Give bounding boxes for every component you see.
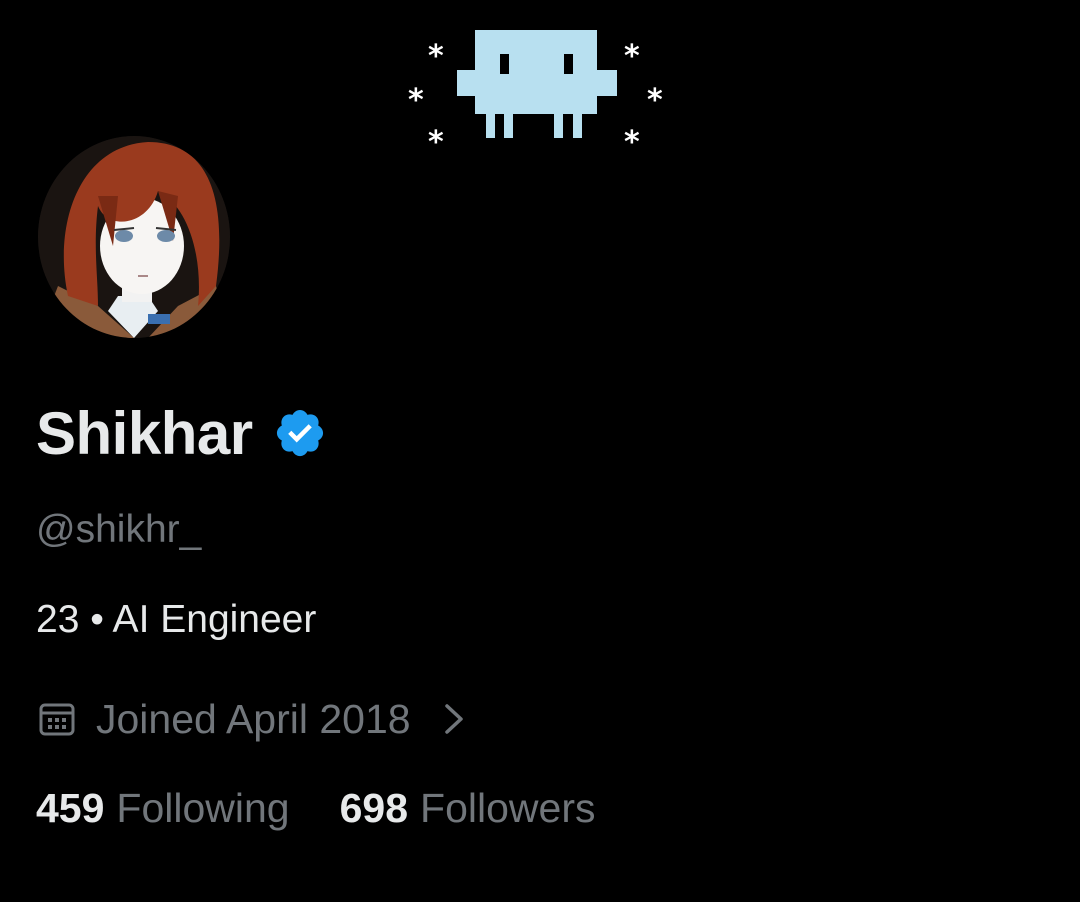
bio: 23 • AI Engineer [36,598,317,641]
svg-text:*: * [624,125,640,152]
chevron-right-icon [444,704,463,734]
following-count: 459 [36,785,105,831]
followers-stat-link[interactable]: 698 Followers [340,785,596,832]
joined-date-text: Joined April 2018 [96,695,411,742]
verified-badge-icon[interactable] [273,406,327,460]
user-handle: @shikhr_ [36,508,202,551]
calendar-icon [39,703,75,736]
avatar[interactable] [38,136,230,338]
followers-count: 698 [339,785,409,831]
name-row: Shikhar [36,398,327,468]
avatar-image [38,136,230,338]
joined-date-row[interactable]: Joined April 2018 [38,692,467,746]
svg-text:*: * [428,125,444,152]
display-name: Shikhar [36,399,253,467]
followers-label: Followers [420,785,596,831]
pixel-invader-icon: * * * * * * [408,30,663,160]
svg-text:*: * [624,39,640,74]
svg-text:*: * [647,83,663,118]
follow-stats: 459 Following 698 Followers [36,785,595,832]
banner-pixel-invader: * * * * * * [400,22,670,160]
following-stat-link[interactable]: 459 Following [36,785,290,832]
svg-text:*: * [428,39,444,74]
following-label: Following [116,785,290,831]
svg-text:*: * [408,83,424,118]
